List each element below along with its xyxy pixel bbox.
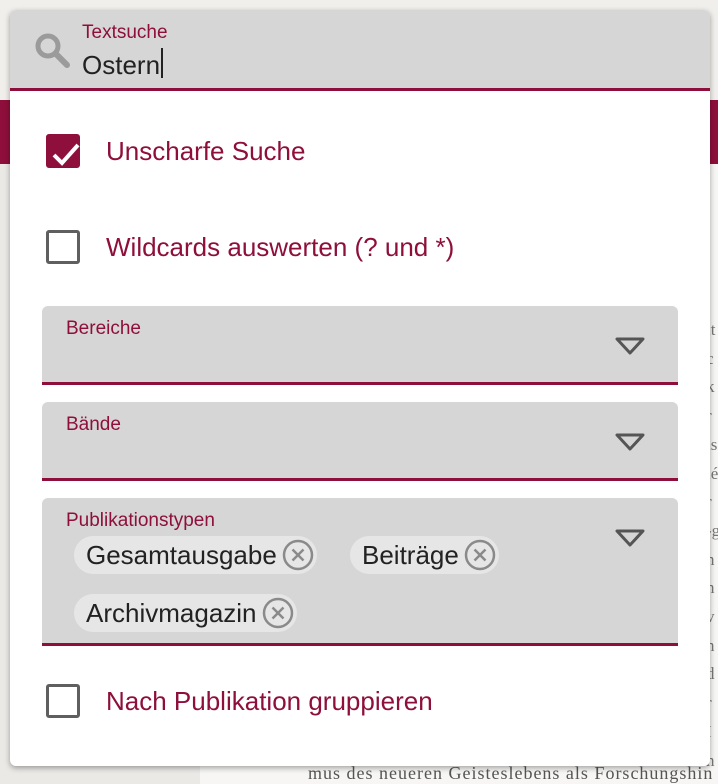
text-search-field[interactable]: Textsuche Ostern — [10, 10, 710, 91]
chip-beitraege: Beiträge — [350, 536, 499, 574]
search-input[interactable]: Ostern — [82, 48, 164, 81]
group-by-publication-label: Nach Publikation gruppieren — [106, 685, 433, 716]
chip-archivmagazin: Archivmagazin — [74, 594, 297, 632]
group-by-publication-checkbox[interactable] — [46, 684, 80, 718]
fuzzy-search-checkbox[interactable] — [46, 134, 80, 168]
wildcards-option[interactable]: Wildcards auswerten (? und *) — [46, 230, 454, 264]
search-input-value: Ostern — [82, 50, 161, 80]
baende-select[interactable]: Bände — [42, 402, 678, 481]
chip-label: Beiträge — [362, 539, 459, 570]
bereiche-label: Bereiche — [66, 318, 141, 339]
baende-label: Bände — [66, 414, 121, 435]
group-by-publication-option[interactable]: Nach Publikation gruppieren — [46, 684, 433, 718]
document-text-line: mus des neueren Geisteslebens als Forsch… — [308, 763, 714, 783]
chip-gesamtausgabe: Gesamtausgabe — [74, 536, 317, 574]
fuzzy-search-option[interactable]: Unscharfe Suche — [46, 134, 305, 168]
publikationstypen-label: Publikationstypen — [66, 510, 215, 531]
search-options-panel: Textsuche Ostern Unscharfe Suche Wildcar… — [10, 10, 710, 766]
checkmark-icon — [52, 143, 80, 166]
bereiche-select[interactable]: Bereiche — [42, 306, 678, 385]
remove-chip-icon[interactable] — [281, 538, 315, 572]
search-field-label: Textsuche — [82, 22, 168, 43]
dropdown-arrow-icon — [615, 337, 645, 355]
dropdown-arrow-icon — [615, 529, 645, 547]
chip-label: Archivmagazin — [86, 597, 257, 628]
text-caret — [161, 48, 164, 78]
remove-chip-icon[interactable] — [261, 596, 295, 630]
wildcards-checkbox[interactable] — [46, 230, 80, 264]
remove-chip-icon[interactable] — [463, 538, 497, 572]
publikationstypen-select[interactable]: Publikationstypen Gesamtausgabe Beiträge… — [42, 498, 678, 646]
wildcards-label: Wildcards auswerten (? und *) — [106, 231, 455, 262]
dropdown-arrow-icon — [615, 433, 645, 451]
chip-label: Gesamtausgabe — [86, 539, 277, 570]
search-icon — [35, 33, 70, 68]
fuzzy-search-label: Unscharfe Suche — [106, 135, 306, 166]
